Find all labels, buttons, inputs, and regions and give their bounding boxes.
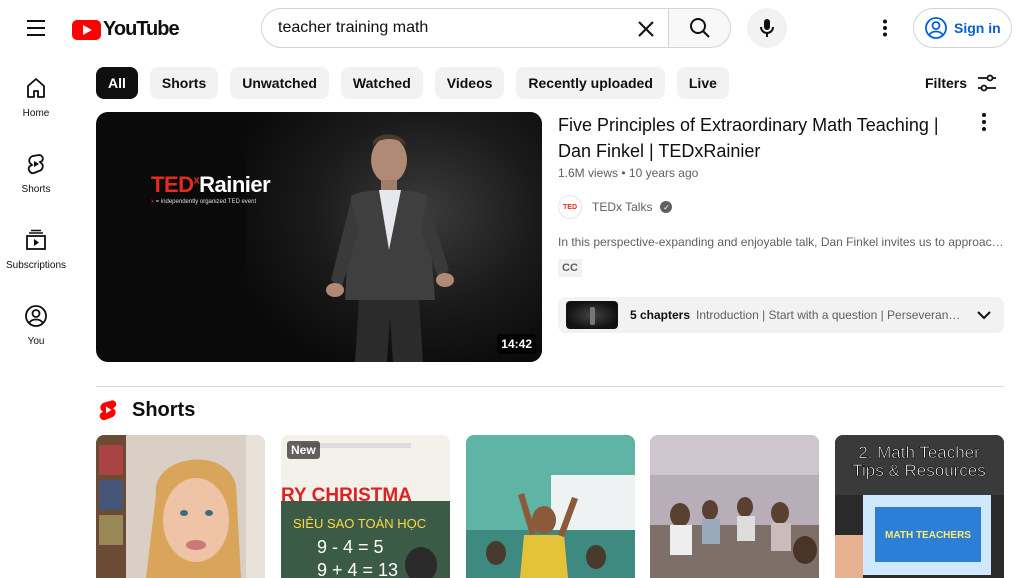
- meta-separator: •: [621, 166, 629, 180]
- subscriptions-icon: [26, 229, 46, 250]
- video-duration: 14:42: [497, 334, 536, 354]
- filter-chips: All Shorts Unwatched Watched Videos Rece…: [96, 67, 729, 99]
- logo-text: YouTube: [103, 18, 180, 40]
- filters-icon: [978, 74, 997, 92]
- verified-badge-icon: ✓: [660, 201, 673, 213]
- short-overlay-text: Tips & Resources: [852, 461, 986, 480]
- video-thumbnail[interactable]: TEDxRainier x = independently organized …: [96, 112, 542, 362]
- short-card[interactable]: RY CHRISTMA SIÊU SAO TOÁN HỌC 9 - 4 = 5 …: [281, 435, 450, 578]
- sign-in-label: Sign in: [954, 20, 1001, 36]
- sidebar-item-shorts[interactable]: Shorts: [0, 132, 72, 208]
- account-icon: [925, 17, 947, 39]
- board-equation: 9 - 4 = 5: [317, 537, 384, 557]
- youtube-logo[interactable]: YouTube: [72, 18, 180, 41]
- sign-in-button[interactable]: Sign in: [913, 8, 1012, 48]
- short-thumbnail: [650, 435, 819, 578]
- sidebar: Home Shorts Subscriptions You: [0, 56, 72, 360]
- youtube-play-icon: [72, 19, 101, 40]
- search-button[interactable]: [668, 8, 731, 48]
- screen-text: MATH TEACHERS: [885, 530, 971, 541]
- clear-search-button[interactable]: [630, 13, 662, 45]
- view-count: 1.6M views: [558, 166, 619, 180]
- short-card[interactable]: [466, 435, 635, 578]
- short-card[interactable]: [650, 435, 819, 578]
- more-vert-icon: [883, 19, 887, 37]
- video-description: In this perspective-expanding and enjoya…: [558, 235, 1004, 249]
- short-thumbnail: [466, 435, 635, 578]
- short-thumbnail: 2. Math Teacher Tips & Resources MATH TE…: [835, 435, 1004, 578]
- settings-more-button[interactable]: [865, 8, 905, 48]
- tedx-rainier-logo: TEDxRainier x = independently organized …: [151, 172, 271, 205]
- shorts-logo-icon: [99, 400, 117, 421]
- chip-live[interactable]: Live: [676, 67, 729, 99]
- section-divider: [96, 386, 1004, 387]
- video-action-menu[interactable]: [968, 106, 1000, 138]
- sidebar-item-label: Subscriptions: [5, 260, 67, 271]
- speaker-figure: [326, 134, 454, 362]
- chapters-list: Introduction | Start with a question | P…: [696, 308, 964, 322]
- sidebar-item-you[interactable]: You: [0, 284, 72, 360]
- chip-recently-uploaded[interactable]: Recently uploaded: [516, 67, 665, 99]
- close-icon: [638, 21, 654, 37]
- chevron-down-icon[interactable]: [972, 303, 996, 327]
- short-overlay-text: 2. Math Teacher: [858, 443, 980, 462]
- chip-all[interactable]: All: [96, 67, 138, 99]
- video-metadata: 1.6M views • 10 years ago: [558, 166, 698, 180]
- chapter-thumbnail: [566, 301, 618, 329]
- short-card[interactable]: [96, 435, 265, 578]
- chapters-bar[interactable]: 5 chapters Introduction | Start with a q…: [558, 297, 1004, 333]
- video-title[interactable]: Five Principles of Extraordinary Math Te…: [558, 112, 958, 164]
- short-caption: RY CHRISTMA: [281, 485, 412, 506]
- channel-name[interactable]: TEDx Talks: [592, 200, 652, 214]
- menu-icon[interactable]: [16, 8, 56, 48]
- microphone-icon: [760, 19, 774, 37]
- chapters-count: 5 chapters: [630, 308, 691, 322]
- shorts-icon: [27, 154, 44, 175]
- cc-badge: CC: [558, 259, 582, 277]
- new-badge: New: [287, 441, 320, 459]
- short-card[interactable]: 2. Math Teacher Tips & Resources MATH TE…: [835, 435, 1004, 578]
- chip-watched[interactable]: Watched: [340, 67, 423, 99]
- board-equation: 9 + 4 = 13: [317, 560, 398, 578]
- sidebar-item-subscriptions[interactable]: Subscriptions: [0, 208, 72, 284]
- chip-unwatched[interactable]: Unwatched: [230, 67, 329, 99]
- search-icon: [689, 18, 710, 38]
- search-box: [261, 8, 668, 48]
- filters-label: Filters: [925, 75, 968, 91]
- filters-button[interactable]: Filters: [917, 67, 1007, 99]
- upload-age: 10 years ago: [628, 166, 699, 180]
- channel-avatar[interactable]: TED: [558, 195, 582, 219]
- sidebar-item-home[interactable]: Home: [0, 56, 72, 132]
- sidebar-item-label: Home: [22, 108, 50, 119]
- channel-info[interactable]: TED TEDx Talks ✓: [558, 195, 673, 219]
- sidebar-item-label: You: [27, 336, 45, 347]
- chip-videos[interactable]: Videos: [434, 67, 505, 99]
- sidebar-item-label: Shorts: [21, 184, 51, 195]
- short-thumbnail: [96, 435, 265, 578]
- voice-search-button[interactable]: [747, 8, 787, 48]
- board-title: SIÊU SAO TOÁN HỌC: [293, 516, 426, 531]
- you-icon: [25, 305, 47, 327]
- shorts-shelf-header: Shorts: [96, 398, 195, 422]
- chip-shorts[interactable]: Shorts: [149, 67, 219, 99]
- search-input[interactable]: [278, 19, 618, 37]
- masthead: YouTube Sign in: [0, 0, 1028, 56]
- shorts-shelf-title: Shorts: [132, 398, 196, 421]
- home-icon: [27, 78, 45, 98]
